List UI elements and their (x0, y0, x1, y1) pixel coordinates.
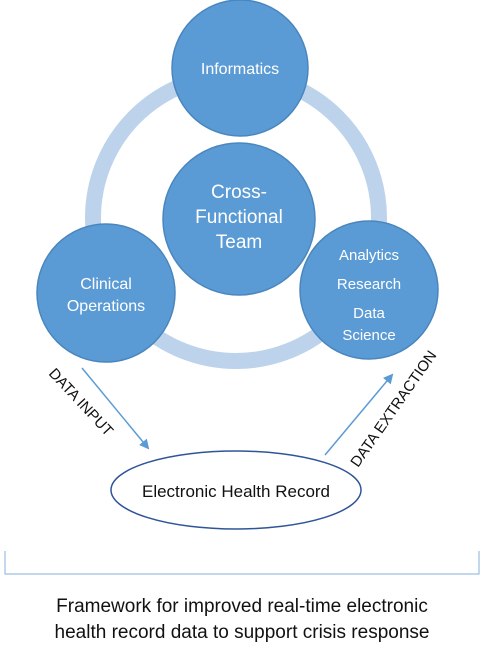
node-right-label-3: Science (342, 327, 395, 344)
bottom-bracket (4, 551, 480, 575)
framework-diagram: Informatics Clinical Operations Analytic… (4, 0, 480, 575)
node-right-label-1: Research (337, 276, 401, 293)
node-informatics-label-0: Informatics (201, 61, 279, 78)
ehr-node: Electronic Health Record (110, 450, 362, 530)
caption: Framework for improved real-time electro… (0, 594, 484, 646)
node-center-label-0: Cross- (211, 182, 267, 203)
node-clinical-label-0: Clinical (80, 276, 132, 293)
caption-line-2: health record data to support crisis res… (54, 622, 430, 643)
data-extraction-label: DATA EXTRACTION (347, 348, 440, 471)
node-informatics: Informatics (171, 0, 309, 137)
node-center-label-1: Functional (195, 207, 283, 228)
node-right-label-0: Analytics (339, 247, 399, 264)
node-cross-functional-team: Cross- Functional Team (162, 142, 316, 296)
ehr-label: Electronic Health Record (142, 482, 330, 501)
node-clinical-operations: Clinical Operations (36, 223, 176, 363)
node-center-label-2: Team (216, 232, 262, 253)
data-input-label: DATA INPUT (45, 365, 116, 440)
node-analytics-research: Analytics Research Data Science (299, 220, 439, 360)
node-clinical-label-1: Operations (67, 298, 145, 315)
node-right-label-2: Data (353, 305, 385, 322)
caption-line-1: Framework for improved real-time electro… (56, 596, 428, 617)
